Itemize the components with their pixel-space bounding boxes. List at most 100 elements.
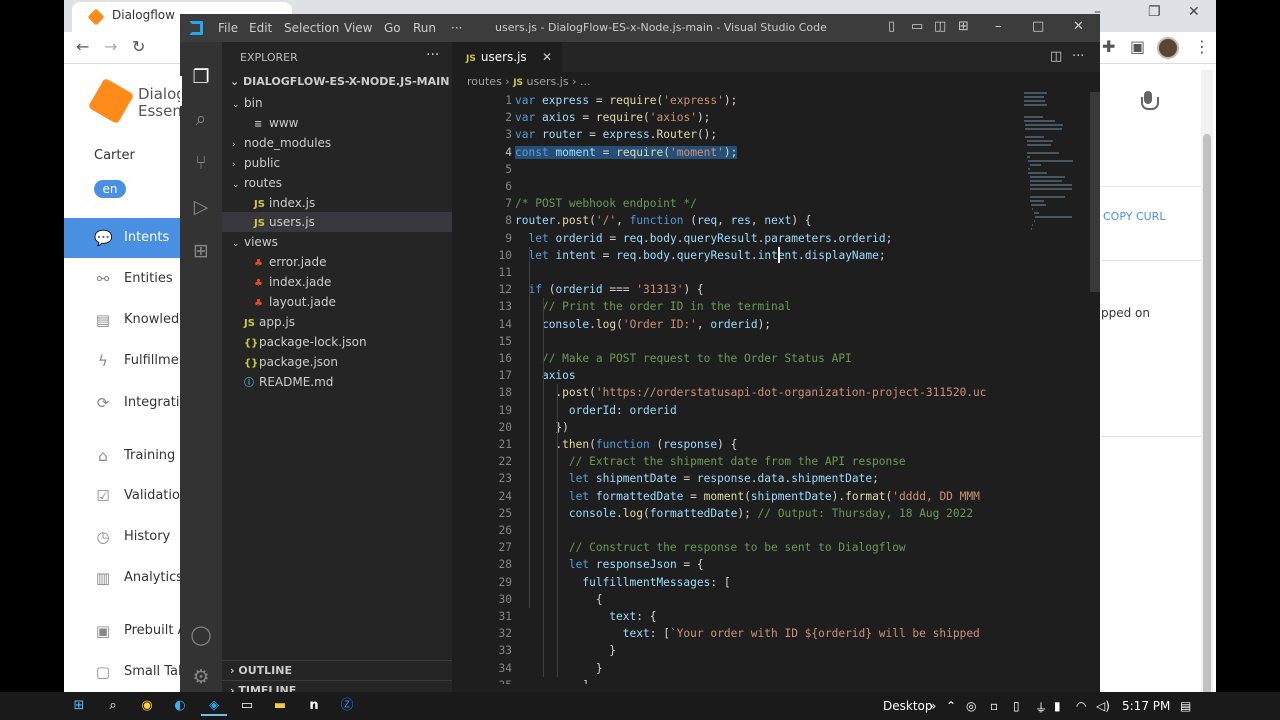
timeline-section[interactable]: › TIMELINE [222,680,452,692]
tree-item-public[interactable]: › public [222,153,452,173]
code-editor[interactable]: 1 var express = require('express'); 2 var a… [452,92,1052,692]
code-line[interactable]: } [515,660,1020,677]
battery-status-icon[interactable]: ▮ [1054,699,1061,713]
reload-icon[interactable]: ↻ [132,37,145,56]
menu-go[interactable]: Go [384,21,401,35]
code-line[interactable]: axios [515,367,1020,384]
profile-avatar[interactable] [1157,37,1179,59]
agent-name[interactable]: Carter [94,148,135,163]
windows-start-icon[interactable]: ⊞ [66,696,92,716]
editor-more-icon[interactable]: ··· [1072,49,1084,64]
explorer-more-button[interactable]: ··· [426,47,439,63]
nav-item-history[interactable]: ◷ History [64,517,180,557]
maximize-icon[interactable]: □ [1032,19,1044,34]
scrollbar-thumb[interactable] [1203,134,1211,692]
code-line[interactable]: .then(function (response) { [515,436,1020,453]
explorer-files-icon[interactable]: ❐ [190,66,212,88]
code-line[interactable]: if (orderid === '31313') { [515,281,1020,298]
search-icon[interactable]: ⌕ [100,696,126,716]
run-debug-icon[interactable]: ▷ [190,196,212,218]
breadcrumb-tail[interactable]: › ... [572,75,590,88]
nav-item-training[interactable]: ⌂ Training [64,436,180,476]
zoom-icon[interactable]: Ⓩ [334,696,360,716]
nav-item-analytics[interactable]: ▥ Analytics [64,558,180,598]
project-folder-title[interactable]: ⌄ DIALOGFLOW-ES-X-NODE.JS-MAIN [230,75,449,88]
code-line[interactable]: var router = express.Router(); [515,126,1020,143]
minimap[interactable] [1024,92,1084,232]
clock[interactable]: 5:17 PM [1122,699,1170,713]
code-line[interactable]: router.post('/', function (req, res, nex… [515,212,1020,229]
code-line[interactable]: console.log('Order ID:', orderid); [515,316,1020,333]
tree-item-readme-md[interactable]: ⓘ README.md [222,372,452,392]
toggle-panel-icon[interactable]: ▭ [911,19,923,34]
nav-item-validation[interactable]: ☑ Validation [64,476,180,516]
menu-more[interactable]: ··· [451,21,462,35]
editor-scrollbar[interactable] [1088,92,1100,692]
code-line[interactable]: console.log(formattedDate); // Output: T… [515,505,1020,522]
code-line[interactable] [515,264,1020,281]
outline-section[interactable]: › OUTLINE [222,660,452,680]
tree-item-layout-jade[interactable]: ♣ layout.jade [222,292,452,312]
copy-curl-link[interactable]: COPY CURL [1103,210,1165,223]
toggle-secondary-sidebar-icon[interactable]: ◫ [934,19,946,34]
browser-restore-button[interactable]: ❐ [1148,4,1161,20]
code-line[interactable]: orderId: orderid [515,402,1020,419]
menu-file[interactable]: File [218,21,238,35]
code-line[interactable] [515,178,1020,195]
tree-item-views[interactable]: ⌄ views [222,232,452,252]
language-badge[interactable]: en [94,180,126,198]
menu-edit[interactable]: Edit [249,21,272,35]
code-line[interactable]: /* POST webhook endpoint */ [515,195,1020,212]
sidebar-panel-icon[interactable]: ▣ [1130,37,1145,56]
usb-icon[interactable]: ⏚ [1035,699,1047,716]
nav-item-intents[interactable]: 💬 Intents [64,218,180,258]
nav-item-fulfillmen[interactable]: ϟ Fulfillmen [64,341,180,381]
wifi-icon[interactable]: ◠ [1076,699,1086,713]
breadcrumb-folder[interactable]: routes [467,75,502,88]
code-line[interactable]: let responseJson = { [515,556,1020,573]
code-line[interactable]: // Construct the response to be sent to … [515,539,1020,556]
nav-item-prebuilt-a[interactable]: ▣ Prebuilt A [64,611,180,651]
volume-icon[interactable]: ◁) [1096,699,1110,713]
menu-view[interactable]: View [344,21,372,35]
split-editor-icon[interactable]: ◫ [1050,49,1062,64]
record-icon[interactable]: ◎ [966,699,976,713]
code-line[interactable]: var axios = require('axios'); [515,109,1020,126]
menu-selection[interactable]: Selection [284,21,339,35]
media-icon[interactable]: ▫ [990,699,998,713]
toggle-sidebar-icon[interactable]: ▯ [888,19,895,34]
code-line[interactable] [515,522,1020,539]
nav-item-integratio[interactable]: ⟳ Integratio [64,383,180,423]
tree-item-www[interactable]: ≡ www [222,113,452,133]
code-line[interactable]: .post('https://orderstatusapi-dot-organi… [515,384,1020,401]
browser-menu-icon[interactable]: ⋮ [1194,37,1210,56]
breadcrumb-file[interactable]: users.js [527,75,569,88]
tray-up-icon[interactable]: ⌃ [946,699,956,713]
customize-layout-icon[interactable]: ⊞ [958,19,969,34]
source-control-icon[interactable]: ⑂ [190,152,212,174]
nav-item-entities[interactable]: ⚯ Entities [64,259,180,299]
search-icon[interactable]: ⌕ [190,108,212,130]
notifications-icon[interactable]: ▤ [1180,699,1191,713]
extensions-icon[interactable]: ⊞ [190,240,212,262]
code-line[interactable]: text: { [515,608,1020,625]
code-line[interactable]: }) [515,419,1020,436]
code-line[interactable]: let intent = req.body.queryResult.intent… [515,247,1020,264]
edge-icon[interactable]: ◐ [167,696,193,716]
close-icon[interactable]: ✕ [1073,19,1084,34]
tree-item-package-lock-json[interactable]: {}package-lock.json [222,332,452,352]
code-line[interactable]: let shipmentDate = response.data.shipmen… [515,470,1020,487]
chrome-icon[interactable]: ◉ [134,696,160,716]
tree-item-users-js[interactable]: JS users.js [222,212,452,233]
tree-item-routes[interactable]: ⌄ routes [222,173,452,193]
account-icon[interactable]: ◯ [190,624,212,646]
battery-icon[interactable]: ▯ [1013,699,1020,713]
tree-item-error-jade[interactable]: ♣ error.jade [222,252,452,272]
microphone-icon[interactable] [1141,91,1159,111]
tree-item-package-json[interactable]: {}package.json [222,352,452,372]
tab-users-js[interactable]: JS users.js ✕ [452,42,562,72]
tree-item-bin[interactable]: ⌄ bin [222,93,452,113]
extensions-puzzle-icon[interactable]: ✚ [1102,37,1115,56]
code-line[interactable]: let formattedDate = moment(shipmentDate)… [515,488,1020,505]
terminal-icon[interactable]: ▭ [234,696,260,716]
